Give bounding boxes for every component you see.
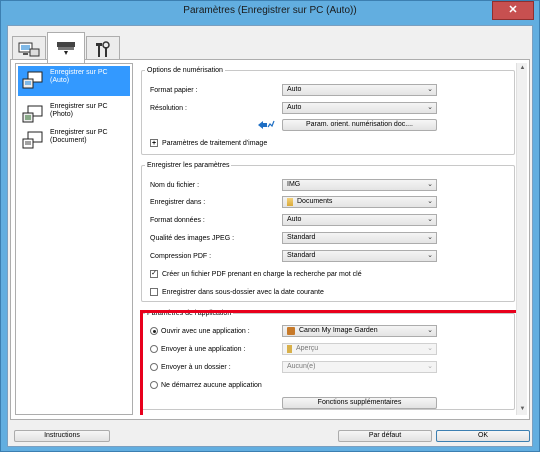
settings-panel: Options de numérisation Format papier : …	[137, 63, 527, 415]
jpeg-quality-value: Standard	[287, 234, 316, 241]
settings-window: Paramètres (Enregistrer sur PC (Auto)) ✕	[0, 0, 540, 452]
searchable-pdf-label: Créer un fichier PDF prenant en charge l…	[162, 270, 362, 278]
file-name-select[interactable]: IMG ⌄	[282, 179, 437, 191]
preview-app-icon	[287, 345, 292, 353]
tab-content: Enregistrer sur PC (Auto) Enregistrer sur…	[10, 59, 530, 420]
scan-options-legend: Options de numérisation	[147, 67, 223, 74]
data-format-select[interactable]: Auto ⌄	[282, 214, 437, 226]
image-processing-label: Paramètres de traitement d'image	[162, 139, 268, 147]
chevron-down-icon: ⌄	[427, 234, 433, 241]
date-subfolder-label: Enregistrer dans sous-dossier avec la da…	[162, 288, 324, 296]
instructions-button[interactable]: Instructions	[14, 430, 110, 442]
ok-button[interactable]: OK	[436, 430, 530, 442]
chevron-down-icon: ⌄	[427, 104, 433, 111]
jpeg-quality-select[interactable]: Standard ⌄	[282, 232, 437, 244]
sidebar-item-auto[interactable]: Enregistrer sur PC (Auto)	[18, 66, 130, 96]
radio-icon	[150, 345, 158, 353]
scan-auto-icon	[22, 70, 44, 90]
save-in-label: Enregistrer dans :	[150, 199, 206, 206]
no-app-label: Ne démarrez aucune application	[161, 381, 262, 389]
open-with-app-select[interactable]: Canon My Image Garden ⌄	[282, 325, 437, 337]
tab-scan-from-operation-panel[interactable]	[47, 32, 85, 63]
data-format-value: Auto	[287, 216, 302, 223]
pdf-compression-select[interactable]: Standard ⌄	[282, 250, 437, 262]
sidebar-item-sublabel: (Document)	[50, 137, 87, 144]
defaults-button[interactable]: Par défaut	[338, 430, 432, 442]
scroll-down-icon[interactable]: ▼	[517, 404, 527, 415]
pdf-compression-value: Standard	[287, 252, 316, 259]
app-settings-legend: Paramètres de l'application	[147, 310, 232, 317]
sidebar-item-label: Enregistrer sur PC	[50, 103, 108, 110]
chevron-down-icon: ⌄	[427, 345, 433, 352]
app-settings-group: Paramètres de l'application Ouvrir avec …	[141, 310, 515, 410]
folder-icon	[287, 198, 293, 206]
sidebar-item-sublabel: (Auto)	[50, 77, 70, 84]
file-name-label: Nom du fichier :	[150, 182, 200, 189]
checkmark-icon: ✓	[150, 270, 158, 278]
save-settings-group: Enregistrer les paramètres Nom du fichie…	[141, 162, 515, 302]
resolution-value: Auto	[287, 104, 302, 111]
save-in-select[interactable]: Documents ⌄	[282, 196, 437, 208]
radio-icon	[150, 381, 158, 389]
vertical-scrollbar[interactable]: ▲ ▼	[516, 63, 527, 415]
chevron-down-icon: ⌄	[427, 327, 433, 334]
send-to-app-value: Aperçu	[296, 345, 319, 352]
chevron-down-icon: ⌄	[427, 216, 433, 223]
image-processing-expander[interactable]: + Paramètres de traitement d'image	[150, 137, 267, 149]
sidebar-item-document[interactable]: Enregistrer sur PC (Document)	[18, 126, 130, 156]
radio-selected-icon	[150, 327, 158, 335]
unchecked-box-icon	[150, 288, 158, 296]
more-functions-button[interactable]: Fonctions supplémentaires	[282, 397, 437, 409]
radio-icon	[150, 363, 158, 371]
sidebar-item-label: Enregistrer sur PC	[50, 69, 108, 76]
send-to-app-label: Envoyer à une application :	[161, 345, 246, 353]
send-to-folder-radio[interactable]: Envoyer à un dossier :	[150, 361, 231, 373]
window-title: Paramètres (Enregistrer sur PC (Auto))	[183, 5, 357, 16]
sidebar-item-label: Enregistrer sur PC	[50, 129, 108, 136]
orientation-icon	[258, 120, 275, 129]
save-settings-legend: Enregistrer les paramètres	[147, 162, 230, 169]
app-icon	[287, 327, 295, 335]
close-button[interactable]: ✕	[492, 1, 534, 20]
date-subfolder-checkbox[interactable]: Enregistrer dans sous-dossier avec la da…	[150, 286, 324, 298]
send-to-folder-label: Envoyer à un dossier :	[161, 363, 231, 371]
tools-icon	[96, 40, 110, 57]
pdf-compression-label: Compression PDF :	[150, 253, 212, 260]
chevron-down-icon: ⌄	[427, 252, 433, 259]
no-app-radio[interactable]: Ne démarrez aucune application	[150, 379, 262, 391]
open-with-app-value: Canon My Image Garden	[299, 327, 378, 334]
open-with-app-label: Ouvrir avec une application :	[161, 327, 250, 335]
searchable-pdf-checkbox[interactable]: ✓ Créer un fichier PDF prenant en charge…	[150, 268, 362, 280]
data-format-label: Format données :	[150, 217, 205, 224]
paper-size-label: Format papier :	[150, 87, 198, 94]
chevron-down-icon: ⌄	[427, 198, 433, 205]
chevron-down-icon: ⌄	[427, 363, 433, 370]
scan-photo-icon	[22, 104, 44, 124]
paper-size-value: Auto	[287, 86, 302, 93]
sidebar-item-sublabel: (Photo)	[50, 111, 73, 118]
dialog-client: Enregistrer sur PC (Auto) Enregistrer sur…	[7, 25, 533, 447]
send-to-app-radio[interactable]: Envoyer à une application :	[150, 343, 245, 355]
file-name-value: IMG	[287, 181, 301, 188]
paper-size-select[interactable]: Auto ⌄	[282, 84, 437, 96]
expand-icon: +	[150, 139, 158, 147]
orientation-settings-button[interactable]: Param. orient. numérisation doc....	[282, 119, 437, 131]
scan-mode-list[interactable]: Enregistrer sur PC (Auto) Enregistrer sur…	[15, 63, 133, 415]
send-to-folder-value: Aucun(e)	[287, 363, 316, 370]
send-to-app-select[interactable]: Aperçu ⌄	[282, 343, 437, 355]
open-with-app-radio[interactable]: Ouvrir avec une application :	[150, 325, 250, 337]
resolution-select[interactable]: Auto ⌄	[282, 102, 437, 114]
scanner-panel-icon	[57, 42, 75, 55]
chevron-down-icon: ⌄	[427, 181, 433, 188]
resolution-label: Résolution :	[150, 105, 187, 112]
jpeg-quality-label: Qualité des images JPEG :	[150, 235, 235, 242]
chevron-down-icon: ⌄	[427, 86, 433, 93]
scan-document-icon	[22, 130, 44, 150]
computer-scan-icon	[18, 42, 40, 56]
send-to-folder-select[interactable]: Aucun(e) ⌄	[282, 361, 437, 373]
scroll-up-icon[interactable]: ▲	[517, 63, 527, 74]
save-in-value: Documents	[297, 198, 333, 205]
scan-options-group: Options de numérisation Format papier : …	[141, 67, 515, 155]
